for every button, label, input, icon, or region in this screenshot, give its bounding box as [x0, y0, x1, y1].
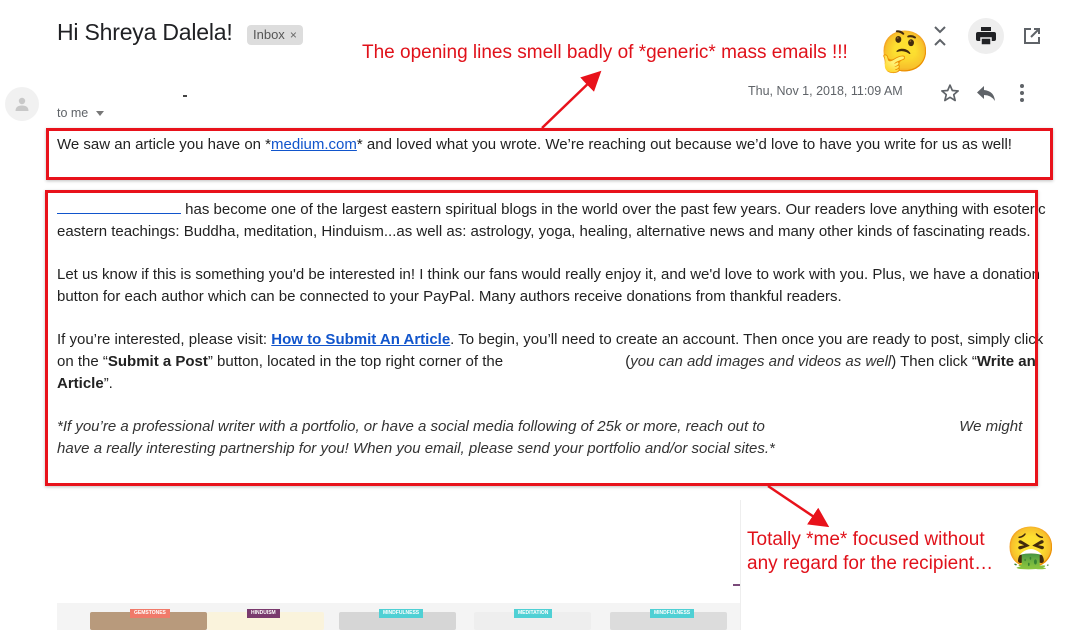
page-edge	[740, 500, 741, 630]
thread-toolbar	[922, 18, 1050, 54]
annotation-generic-text: The opening lines smell badly of *generi…	[362, 42, 848, 63]
star-icon[interactable]	[936, 80, 964, 106]
dash-mark	[733, 584, 740, 586]
message-actions	[936, 80, 1036, 106]
message-date: Thu, Nov 1, 2018, 11:09 AM	[748, 84, 903, 98]
sender-name-redacted	[183, 95, 187, 97]
arrow-to-bottom-annotation	[767, 484, 830, 528]
annotation-box-opening	[46, 128, 1053, 180]
remove-label-icon[interactable]: ×	[290, 25, 297, 45]
category-tag: HINDUISM	[247, 609, 280, 618]
sender-avatar[interactable]	[5, 87, 39, 121]
person-icon	[15, 97, 29, 111]
category-tag: GEMSTONES	[130, 609, 170, 618]
category-tag: MINDFULNESS	[650, 609, 695, 618]
arrow-to-opening-annotation	[541, 70, 602, 129]
reply-icon[interactable]	[972, 80, 1000, 106]
open-in-new-window-icon[interactable]	[1014, 18, 1050, 54]
recipient-details-toggle[interactable]: to me	[57, 106, 105, 120]
recipient-line: to me	[57, 106, 89, 120]
inbox-label-chip[interactable]: Inbox ×	[247, 25, 303, 45]
vomiting-face-icon: 🤮	[1006, 526, 1056, 570]
more-vert-icon[interactable]	[1008, 80, 1036, 106]
print-icon[interactable]	[968, 18, 1004, 54]
annotation-box-body	[45, 190, 1038, 486]
caret-down-icon	[96, 110, 105, 116]
article-thumbnails-strip: GEMSTONES HINDUISM MINDFULNESS MEDITATION MI…	[57, 603, 740, 630]
label-text: Inbox	[253, 27, 285, 42]
email-subject: Hi Shreya Dalela!	[57, 19, 233, 45]
annotation-me-focused-text: Totally *me* focused without any regard …	[747, 529, 994, 574]
category-tag: MINDFULNESS	[379, 609, 424, 618]
thinking-face-icon: 🤔	[880, 30, 930, 74]
category-tag: MEDITATION	[514, 609, 553, 618]
